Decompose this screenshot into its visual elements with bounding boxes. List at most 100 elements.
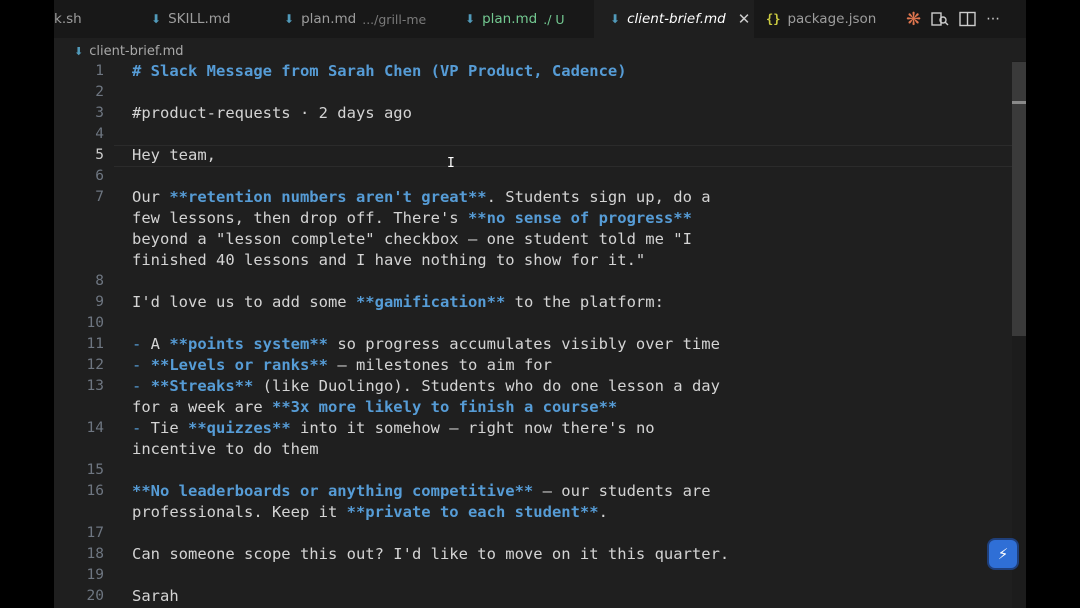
code-line: 16 **No leaderboards or anything competi… [54,481,1012,502]
line-number: 19 [86,567,104,583]
tab-label: package.json [787,11,877,27]
code-line: 12 - **Levels or ranks** — milestones to… [54,355,1012,376]
code-line: 8 [54,271,1012,292]
code-line: 1 # Slack Message from Sarah Chen (VP Pr… [54,61,1012,82]
bold-run: **no sense of progress** [467,209,692,227]
editor-actions: ❋ ⋯ [896,0,1000,38]
bold-run: **Streaks** [150,377,254,395]
tab-client-brief-md[interactable]: ⬇ client-brief.md ✕ [594,0,754,38]
list-marker: - [132,419,142,437]
tab-skill-md[interactable]: ⬇ SKILL.md [151,0,231,38]
text-run: into it somehow — right now there's no [290,419,655,437]
line-number: 3 [95,105,104,121]
line-number: 15 [86,462,104,478]
text-run: A [141,335,170,353]
code-line: 10 [54,313,1012,334]
line-text: I'd love us to add some **gamification**… [132,292,664,313]
line-number: 17 [86,525,104,541]
chat-assistant-button[interactable]: ⚡ [989,540,1017,568]
line-number: 11 [86,336,104,352]
text-run: for a week are [132,398,272,416]
code-line-wrap: incentive to do them [54,439,1012,460]
line-text: - **Streaks** (like Duolingo). Students … [132,376,720,397]
split-editor-icon[interactable] [959,11,976,27]
text-run: to the platform: [505,293,664,311]
tab-plan-md-modified[interactable]: ⬇ plan.md ./ U [465,0,565,38]
line-number: 9 [95,294,104,310]
line-number: 4 [95,126,104,142]
bold-run: **Levels or ranks** [150,356,328,374]
text-run: professionals. Keep it [132,503,347,521]
breadcrumb-file[interactable]: client-brief.md [89,44,183,59]
tab-k-sh[interactable]: k.sh [54,0,82,38]
code-line-wrap: professionals. Keep it **private to each… [54,502,1012,523]
text-run: — our students are [533,482,711,500]
text-run [141,356,150,374]
code-line: 11 - A **points system** so progress acc… [54,334,1012,355]
bold-run: **private to each student** [346,503,599,521]
tab-package-json[interactable]: {} package.json [766,0,876,38]
tab-description: ./ U [543,11,565,27]
line-number: 7 [95,189,104,205]
text-run [141,377,150,395]
text-run: I'd love us to add some [132,293,356,311]
tab-plan-md-grill-me[interactable]: ⬇ plan.md .../grill-me [284,0,426,38]
markdown-icon: ⬇ [151,12,162,26]
line-text: professionals. Keep it **private to each… [132,502,608,523]
list-marker: - [132,335,142,353]
markdown-icon: ⬇ [465,12,476,26]
line-text: finished 40 lessons and I have nothing t… [132,251,646,269]
markdown-icon: ⬇ [284,12,295,26]
code-line: 3 #product-requests · 2 days ago [54,103,1012,124]
code-line: 15 [54,460,1012,481]
claude-icon[interactable]: ❋ [906,9,921,30]
line-text: - **Levels or ranks** — milestones to ai… [132,355,552,376]
tab-label: plan.md [482,11,538,27]
bold-run: **gamification** [355,293,506,311]
line-number: 20 [86,588,104,604]
editor-window: k.sh ⬇ SKILL.md ⬇ plan.md .../grill-me ⬇… [54,0,1026,608]
line-text: Can someone scope this out? I'd like to … [132,545,730,563]
bold-run: **3x more likely to finish a course** [271,398,618,416]
tab-description: .../grill-me [362,11,427,27]
code-line: 5 Hey team, [54,145,1012,166]
code-line-wrap: finished 40 lessons and I have nothing t… [54,250,1012,271]
close-icon[interactable]: ✕ [738,10,751,28]
text-run: few lessons, then drop off. There's [132,209,468,227]
code-line: 4 [54,124,1012,145]
text-run: (like Duolingo). Students who do one les… [253,377,720,395]
open-preview-icon[interactable] [931,11,949,27]
text-run: Our [132,188,170,206]
line-text: - Tie **quizzes** into it somehow — righ… [132,418,655,439]
tab-label: client-brief.md [627,11,726,27]
bold-run: **quizzes** [188,419,291,437]
code-line-wrap: beyond a "lesson complete" checkbox — on… [54,229,1012,250]
more-actions-icon[interactable]: ⋯ [986,11,1000,27]
code-line: 17 [54,523,1012,544]
json-icon: {} [766,12,781,26]
code-editor[interactable]: 1 # Slack Message from Sarah Chen (VP Pr… [54,61,1026,608]
text-run: . Students sign up, do a [486,188,711,206]
heading-text: # Slack Message from Sarah Chen (VP Prod… [132,62,627,80]
line-number: 13 [86,378,104,394]
code-line: 19 [54,565,1012,586]
bold-run: **No leaderboards or anything competitiv… [132,482,534,500]
line-number: 1 [95,63,104,79]
line-number: 10 [86,315,104,331]
line-number: 14 [86,420,104,436]
line-number: 8 [95,273,104,289]
line-number: 2 [95,84,104,100]
line-number: 18 [86,546,104,562]
code-line: 14 - Tie **quizzes** into it somehow — r… [54,418,1012,439]
line-text: - A **points system** so progress accumu… [132,334,720,355]
line-text: **No leaderboards or anything competitiv… [132,481,711,502]
list-marker: - [132,377,142,395]
code-line: 7 Our **retention numbers aren't great**… [54,187,1012,208]
list-marker: - [132,356,142,374]
line-text: Our **retention numbers aren't great**. … [132,187,711,208]
bold-run: **points system** [169,335,328,353]
code-line-wrap: few lessons, then drop off. There's **no… [54,208,1012,229]
tab-label: k.sh [54,11,82,27]
code-line-wrap: for a week are **3x more likely to finis… [54,397,1012,418]
tab-label: SKILL.md [168,11,231,27]
